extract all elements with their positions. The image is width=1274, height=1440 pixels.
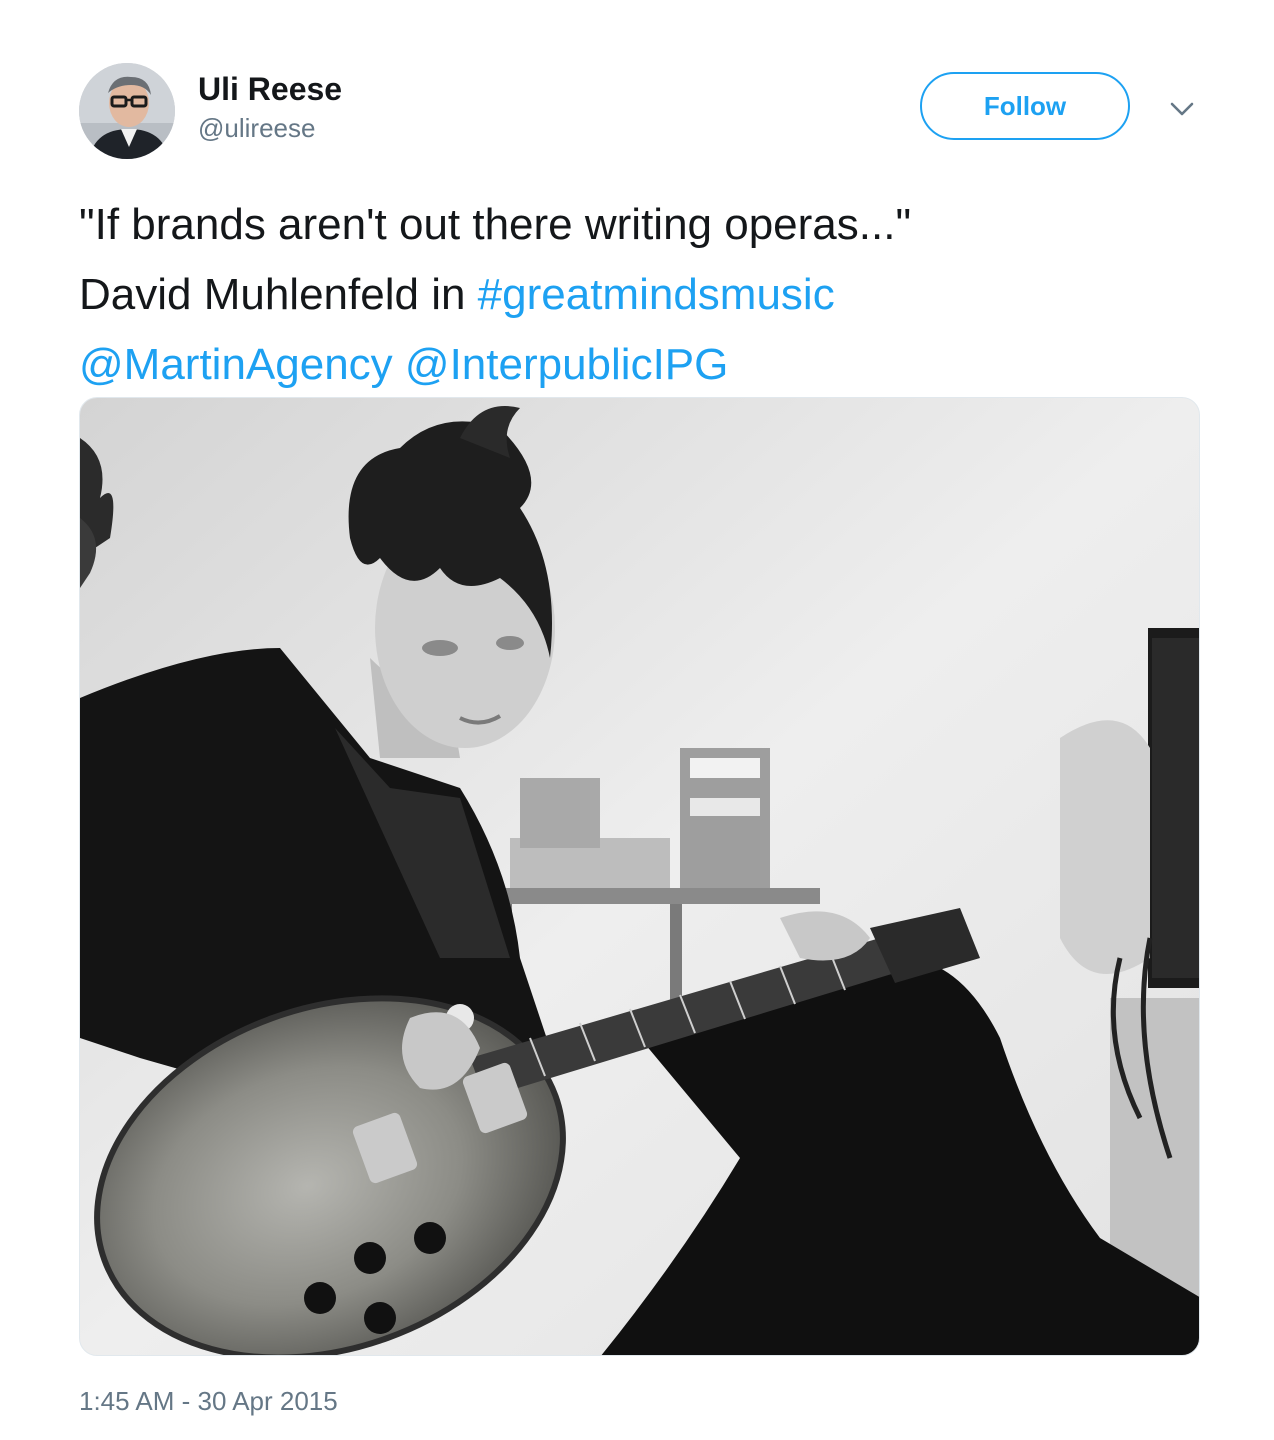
mention-link-martinagency[interactable]: @MartinAgency	[79, 340, 393, 389]
tweet-text-line-2: David Muhlenfeld in #greatmindsmusic	[79, 260, 1199, 330]
tweet-timestamp[interactable]: 1:45 AM - 30 Apr 2015	[79, 1386, 338, 1417]
tweet-text: "If brands aren't out there writing oper…	[79, 190, 1199, 400]
hashtag-link[interactable]: #greatmindsmusic	[478, 270, 835, 319]
tweet-text-line-1: "If brands aren't out there writing oper…	[79, 200, 912, 249]
mention-link-interpublicipg[interactable]: @InterpublicIPG	[405, 340, 728, 389]
profile-photo-icon	[79, 63, 175, 159]
tweet-photo[interactable]	[79, 397, 1200, 1356]
author-avatar[interactable]	[79, 63, 175, 159]
author-name[interactable]: Uli Reese	[198, 71, 342, 108]
tweet-card: Uli Reese @ulireese Follow "If brands ar…	[0, 0, 1274, 1440]
tweet-text-line-3: @MartinAgency @InterpublicIPG	[79, 330, 1199, 400]
tweet-text-plain: David Muhlenfeld in	[79, 270, 478, 319]
photo-guitarist-image	[80, 398, 1199, 1355]
follow-button[interactable]: Follow	[920, 72, 1130, 140]
chevron-down-icon[interactable]	[1167, 96, 1197, 122]
author-handle[interactable]: @ulireese	[198, 113, 315, 144]
